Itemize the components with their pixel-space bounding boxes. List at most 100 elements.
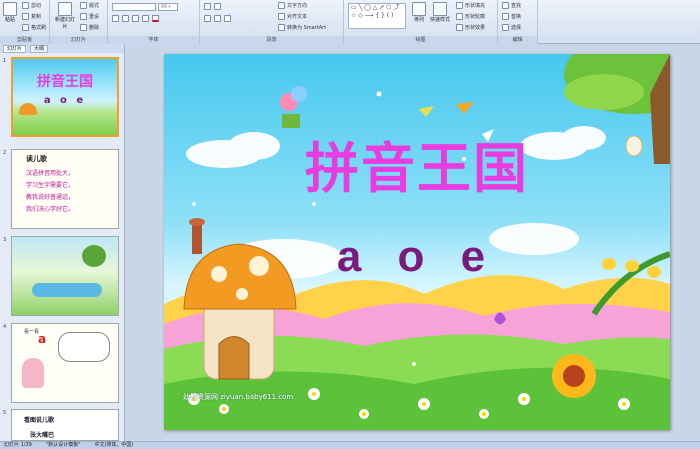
smartart-button[interactable]: 转换为 SmartArt (278, 24, 326, 31)
quick-styles-button[interactable]: 快速样式 (430, 2, 450, 23)
language-indicator: 中文(简体，中国) (94, 442, 134, 448)
paste-icon (3, 2, 17, 16)
font-color-icon (152, 15, 159, 22)
replace-button[interactable]: 替换 (502, 13, 521, 20)
layout-icon (80, 2, 87, 9)
strike-button[interactable] (142, 15, 149, 22)
font-color-button[interactable] (152, 15, 159, 22)
paste-button[interactable]: 粘贴 (3, 2, 17, 23)
copy-button[interactable]: 复制 (22, 13, 41, 20)
drawing-group: ▭ ╲ ◯ △ ↗ ⬡ ⤴ ☆ ◇ ⟶ { } ( ) 排列 快速样式 形状填充… (344, 0, 498, 44)
select-button[interactable]: 选择 (502, 24, 521, 31)
slides-label: 幻灯片 (50, 36, 107, 44)
align-right-button[interactable] (224, 15, 231, 22)
brush-icon (22, 24, 29, 31)
thumb-line: 教我说好普通话， (26, 194, 75, 201)
thumb-line: 我们决心学好它。 (26, 206, 75, 213)
thumb-line: 汉语拼音用处大， (26, 170, 75, 177)
new-slide-icon (58, 2, 72, 16)
tab-slides[interactable]: 幻灯片 (3, 44, 27, 53)
thumb-slide-5[interactable]: 看图说儿歌 张大嘴巴 (11, 409, 119, 441)
clipboard-label: 剪贴板 (0, 36, 49, 44)
arrange-icon (412, 2, 426, 16)
thumb-number: 2 (3, 150, 7, 156)
align-left-button[interactable] (204, 15, 211, 22)
align-center-icon (214, 15, 221, 22)
format-painter-button[interactable]: 格式刷 (22, 24, 46, 31)
underline-button[interactable] (132, 15, 139, 22)
delete-button[interactable]: 删除 (80, 24, 99, 31)
shapes-gallery[interactable]: ▭ ╲ ◯ △ ↗ ⬡ ⤴ ☆ ◇ ⟶ { } ( ) (348, 3, 406, 29)
numbering-button[interactable] (214, 3, 221, 10)
slide-title: 拼音王国 (305, 136, 529, 200)
paragraph-group: 文字方向 对齐文本 转换为 SmartArt 段落 (200, 0, 344, 44)
thumb-river-image (32, 283, 102, 297)
shape-outline-button[interactable]: 形状轮廓 (456, 13, 485, 20)
align-left-icon (204, 15, 211, 22)
thumb-slide-4[interactable]: 看一看 a (11, 323, 119, 403)
scissors-icon (22, 2, 29, 9)
balloon-toy (280, 86, 307, 128)
thumb-speech-bubble (58, 332, 110, 362)
status-bar: 幻灯片 1/39 "默认设计模板" 中文(简体，中国) (0, 441, 700, 449)
thumb-heading: 看图说儿歌 (24, 417, 55, 424)
shape-fill-button[interactable]: 形状填充 (456, 2, 485, 9)
font-size-field[interactable]: 66+ (158, 3, 178, 11)
bold-icon (112, 15, 119, 22)
paragraph-label: 段落 (200, 36, 343, 44)
italic-button[interactable] (122, 15, 129, 22)
thumb-slide-3[interactable] (11, 236, 119, 316)
paper-plane (456, 102, 474, 114)
drawing-label: 绘图 (344, 36, 497, 44)
reset-button[interactable]: 重设 (80, 13, 99, 20)
watermark-text: 幼教资源网 ziyuan.baby611.com (183, 393, 294, 401)
align-center-button[interactable] (214, 15, 221, 22)
bullets-button[interactable] (204, 3, 211, 10)
align-text-button[interactable]: 对齐文本 (278, 13, 307, 20)
cut-button[interactable]: 剪切 (22, 2, 41, 9)
pane-tabs: 幻灯片 大纲 (0, 44, 124, 53)
underline-icon (132, 15, 139, 22)
text-direction-button[interactable]: 文字方向 (278, 2, 307, 9)
tab-outline[interactable]: 大纲 (30, 44, 49, 53)
layout-button[interactable]: 版式 (80, 2, 99, 9)
arrange-button[interactable]: 排列 (412, 2, 426, 23)
smartart-icon (278, 24, 285, 31)
thumb-line: 学习生字需要它， (26, 182, 75, 189)
font-name-field[interactable] (112, 3, 156, 11)
font-group: 66+ 字体 (108, 0, 200, 44)
copy-icon (22, 13, 29, 20)
thumb-number: 4 (3, 324, 7, 330)
fill-icon (456, 2, 463, 9)
bold-button[interactable] (112, 15, 119, 22)
thumb-title: 拼音王国 (37, 74, 93, 90)
reset-icon (80, 13, 87, 20)
thumb-heading: 看一看 (24, 329, 40, 335)
thumb-slide-1[interactable]: 拼音王国 a o e (11, 57, 119, 137)
numbering-icon (214, 3, 221, 10)
sunflower (552, 354, 596, 398)
thumb-number: 3 (3, 237, 7, 243)
slide-canvas: 拼音王国 a o e 幼教资源网 ziyuan.baby611.com (126, 44, 700, 441)
find-button[interactable]: 查找 (502, 2, 521, 9)
slide-counter: 幻灯片 1/39 (4, 442, 32, 448)
thumb-slide-2[interactable]: 读儿歌 汉语拼音用处大， 学习生字需要它， 教我说好普通话， 我们决心学好它。 (11, 149, 119, 229)
slide-letters: a o e (336, 232, 498, 281)
shape-effects-button[interactable]: 形状效果 (456, 24, 485, 31)
bullets-icon (204, 3, 211, 10)
strike-icon (142, 15, 149, 22)
thumb-mushroom-image (19, 103, 37, 115)
find-icon (502, 2, 509, 9)
theme-name: "默认设计模板" (45, 442, 81, 448)
current-slide[interactable]: 拼音王国 a o e 幼教资源网 ziyuan.baby611.com (164, 54, 670, 430)
thumb-number: 5 (3, 410, 7, 416)
select-icon (502, 24, 509, 31)
slide-thumbnails-pane: 幻灯片 大纲 1 拼音王国 a o e 2 读儿歌 汉语拼音用处大， 学习生字需… (0, 44, 125, 441)
align-right-icon (224, 15, 231, 22)
new-slide-button[interactable]: 新建幻灯片 (54, 2, 76, 30)
slides-group: 新建幻灯片 版式 重设 删除 幻灯片 (50, 0, 108, 44)
thumb-letter: a (38, 332, 47, 346)
outline-icon (456, 13, 463, 20)
font-label: 字体 (108, 36, 199, 44)
replace-icon (502, 13, 509, 20)
